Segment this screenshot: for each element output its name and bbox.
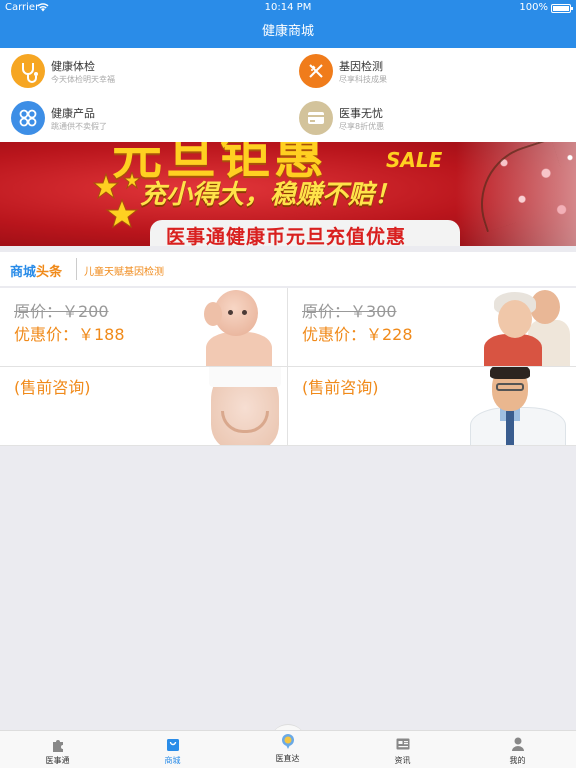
product-grid: 原价：￥200 优惠价：￥188 原价：￥300 优惠价：￥228 (售前咨询) (0, 288, 576, 446)
tab-label: 医事通 (45, 756, 70, 765)
doctor-photo (470, 367, 576, 445)
original-price: 原价：￥300 (302, 302, 397, 321)
mall-headline-bar[interactable]: 商城头条 儿童天赋基因检测 (0, 252, 576, 286)
banner-sale-label: SALE (386, 148, 443, 172)
menu-item-health-checkup[interactable]: 健康体检 今天体检明天幸福 (0, 48, 288, 95)
tab-label: 资讯 (394, 756, 411, 765)
seniors-photo (478, 288, 576, 366)
menu-item-subtitle: 今天体检明天幸福 (51, 75, 115, 84)
card-icon (299, 101, 333, 135)
battery-icon (551, 4, 573, 13)
belly-photo (205, 367, 287, 445)
tab-mall[interactable]: 商城 (115, 731, 230, 768)
stethoscope-icon (11, 54, 45, 88)
menu-item-medical-care[interactable]: 医事无忧 尽享8折优惠 (288, 95, 576, 142)
promo-banner[interactable]: 元旦钜惠 SALE 充小得大，稳赚不赔！ 医事通健康币元旦充值优惠 (0, 142, 576, 246)
category-menu: 健康体检 今天体检明天幸福 基因检测 尽享科技成果 健康产品 跳通供不卖假了 医… (0, 48, 576, 142)
menu-item-title: 基因检测 (339, 60, 383, 73)
deal-price: 优惠价：￥228 (302, 325, 413, 344)
tab-label: 商城 (164, 756, 181, 765)
menu-item-title: 健康体检 (51, 60, 95, 73)
menu-item-subtitle: 尽享科技成果 (339, 75, 387, 84)
puzzle-icon (52, 740, 63, 752)
headline-brand-part1: 商城 (10, 265, 37, 280)
grid-icon (11, 101, 45, 135)
dna-icon (299, 54, 333, 88)
presale-consult-link[interactable]: (售前咨询) (14, 374, 91, 398)
menu-item-title: 健康产品 (51, 107, 95, 120)
tab-yishitong[interactable]: 医事通 (0, 731, 115, 768)
tab-profile[interactable]: 我的 (460, 731, 575, 768)
page-title: 健康商城 (261, 24, 314, 39)
battery-percent: 100% (519, 2, 548, 13)
user-icon (511, 737, 524, 751)
nav-bar: 健康商城 (0, 16, 576, 48)
presale-consult-link[interactable]: (售前咨询) (302, 374, 379, 398)
shopping-bag-icon (166, 739, 179, 751)
banner-slogan: 充小得大，稳赚不赔！ (140, 180, 401, 210)
tab-news[interactable]: 资讯 (345, 731, 460, 768)
clock: 10:14 PM (264, 2, 312, 13)
headline-brand-part2: 头条 (36, 265, 63, 280)
deal-price: 优惠价：￥188 (14, 325, 125, 344)
tab-label: 我的 (509, 756, 526, 765)
baby-photo (200, 288, 280, 366)
menu-item-subtitle: 跳通供不卖假了 (51, 122, 107, 131)
menu-item-subtitle: 尽享8折优惠 (339, 122, 385, 131)
product-card[interactable]: 原价：￥300 优惠价：￥228 (288, 288, 576, 367)
tab-bar: 医事通 商城 医直达 资讯 我的 (0, 730, 576, 768)
news-icon (396, 738, 409, 750)
original-price: 原价：￥200 (14, 302, 109, 321)
menu-item-health-products[interactable]: 健康产品 跳通供不卖假了 (0, 95, 288, 142)
product-card[interactable]: (售前咨询) (288, 367, 576, 446)
menu-item-title: 医事无忧 (339, 107, 383, 120)
banner-subtitle: 医事通健康币元旦充值优惠 (166, 226, 407, 246)
tab-label: 医直达 (275, 754, 300, 763)
divider (76, 258, 77, 280)
tab-direct[interactable]: 医直达 (230, 731, 345, 768)
product-card[interactable]: 原价：￥200 优惠价：￥188 (0, 288, 288, 367)
headline-brand: 商城头条 (10, 261, 62, 280)
product-card[interactable]: (售前咨询) (0, 367, 288, 446)
status-bar: Carrier 10:14 PM 100% (0, 0, 576, 16)
headline-news-link[interactable]: 儿童天赋基因检测 (84, 263, 164, 278)
location-pin-icon (281, 734, 294, 749)
menu-item-gene-test[interactable]: 基因检测 尽享科技成果 (288, 48, 576, 95)
